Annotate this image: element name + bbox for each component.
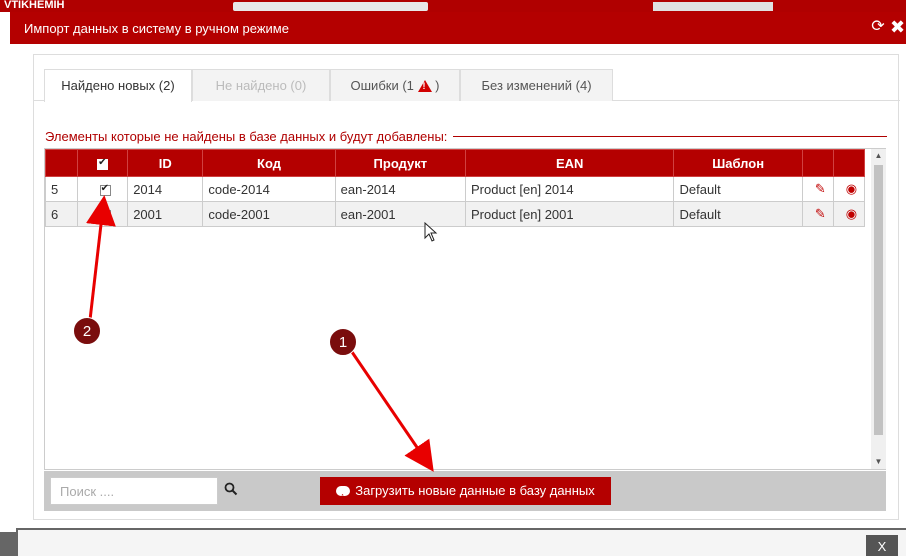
dismiss-button[interactable]: X bbox=[866, 535, 898, 556]
import-dialog: Импорт данных в систему в ручном режиме … bbox=[10, 12, 906, 528]
col-ean-header[interactable]: EAN bbox=[464, 149, 675, 177]
col-code-header[interactable]: Код bbox=[202, 149, 336, 177]
cell-template: Default bbox=[673, 201, 803, 227]
tab-not-found-label: Не найдено (0) bbox=[215, 78, 307, 93]
annotation-badge-1: 1 bbox=[329, 328, 357, 356]
col-product-header[interactable]: Продукт bbox=[334, 149, 466, 177]
cell-code: code-2014 bbox=[202, 176, 336, 202]
cell-id: 2014 bbox=[127, 176, 204, 202]
items-table: ID Код Продукт EAN Шаблон 5 2014 code bbox=[44, 149, 866, 227]
row-checkbox-cell[interactable] bbox=[77, 176, 129, 202]
row-number: 6 bbox=[44, 201, 79, 227]
col-check-header[interactable] bbox=[77, 149, 129, 177]
cell-code: code-2001 bbox=[202, 201, 336, 227]
col-num-header bbox=[44, 149, 79, 177]
dialog-title: Импорт данных в систему в ручном режиме bbox=[24, 21, 289, 36]
row-number: 5 bbox=[44, 176, 79, 202]
row-checkbox[interactable] bbox=[99, 208, 111, 221]
close-icon[interactable]: ✖ bbox=[890, 18, 906, 36]
cell-product: ean-2014 bbox=[334, 176, 466, 202]
table-header-row: ID Код Продукт EAN Шаблон bbox=[44, 149, 866, 177]
grid-footer: Загрузить новые данные в базу данных bbox=[44, 471, 886, 511]
eye-icon[interactable]: ◉ bbox=[832, 201, 866, 227]
app-search-bar bbox=[233, 2, 428, 11]
upload-data-button[interactable]: Загрузить новые данные в базу данных bbox=[320, 477, 611, 510]
cell-template: Default bbox=[673, 176, 803, 202]
scroll-down-arrow-icon[interactable]: ▼ bbox=[871, 455, 886, 469]
tab-found-new-label: Найдено новых (2) bbox=[61, 78, 175, 93]
app-logo: VTIKHEMIH bbox=[0, 0, 220, 12]
row-checkbox[interactable] bbox=[99, 183, 111, 196]
cell-ean: Product [en] 2001 bbox=[464, 201, 675, 227]
upload-button-label: Загрузить новые данные в базу данных bbox=[355, 483, 595, 498]
tab-errors-label: Ошибки (1 bbox=[350, 78, 414, 93]
col-edit-header bbox=[801, 149, 834, 177]
tab-errors-suffix: ) bbox=[435, 78, 440, 93]
cell-product: ean-2001 bbox=[334, 201, 466, 227]
table-row: 6 2001 code-2001 ean-2001 Product [en] 2… bbox=[44, 201, 866, 227]
col-id-header[interactable]: ID bbox=[127, 149, 204, 177]
bottom-strip bbox=[18, 530, 906, 556]
tab-unchanged-label: Без изменений (4) bbox=[481, 78, 592, 93]
select-all-checkbox[interactable] bbox=[97, 157, 109, 170]
cloud-upload-icon bbox=[336, 482, 351, 510]
annotation-badge-2: 2 bbox=[73, 317, 101, 345]
edit-icon[interactable]: ✎ bbox=[801, 176, 834, 202]
tab-errors[interactable]: Ошибки (1 ) bbox=[330, 69, 460, 101]
tab-not-found[interactable]: Не найдено (0) bbox=[192, 69, 330, 101]
search-input[interactable] bbox=[50, 477, 218, 505]
eye-icon[interactable]: ◉ bbox=[832, 176, 866, 202]
warning-icon bbox=[417, 80, 432, 92]
data-grid: ID Код Продукт EAN Шаблон 5 2014 code bbox=[44, 148, 886, 470]
col-template-header[interactable]: Шаблон bbox=[673, 149, 803, 177]
col-view-header bbox=[832, 149, 866, 177]
cell-ean: Product [en] 2014 bbox=[464, 176, 675, 202]
search-icon[interactable] bbox=[224, 482, 238, 496]
cell-id: 2001 bbox=[127, 201, 204, 227]
table-row: 5 2014 code-2014 ean-2014 Product [en] 2… bbox=[44, 176, 866, 202]
refresh-icon[interactable]: ⟳ bbox=[870, 19, 886, 35]
dialog-header: Импорт данных в систему в ручном режиме … bbox=[10, 12, 906, 44]
mouse-cursor-icon bbox=[424, 222, 438, 242]
grid-scrollbar[interactable]: ▲ ▼ bbox=[871, 149, 886, 469]
tab-panel: Найдено новых (2) Не найдено (0) Ошибки … bbox=[33, 54, 900, 520]
scrollbar-thumb[interactable] bbox=[874, 165, 883, 435]
edit-icon[interactable]: ✎ bbox=[801, 201, 834, 227]
tab-bar: Найдено новых (2) Не найдено (0) Ошибки … bbox=[34, 69, 900, 102]
tab-unchanged[interactable]: Без изменений (4) bbox=[460, 69, 613, 101]
scroll-up-arrow-icon[interactable]: ▲ bbox=[871, 149, 886, 163]
app-topbar-right bbox=[653, 2, 773, 11]
tab-found-new[interactable]: Найдено новых (2) bbox=[44, 69, 192, 102]
section-label: Элементы которые не найдены в базе данны… bbox=[45, 129, 454, 144]
row-checkbox-cell[interactable] bbox=[77, 201, 129, 227]
